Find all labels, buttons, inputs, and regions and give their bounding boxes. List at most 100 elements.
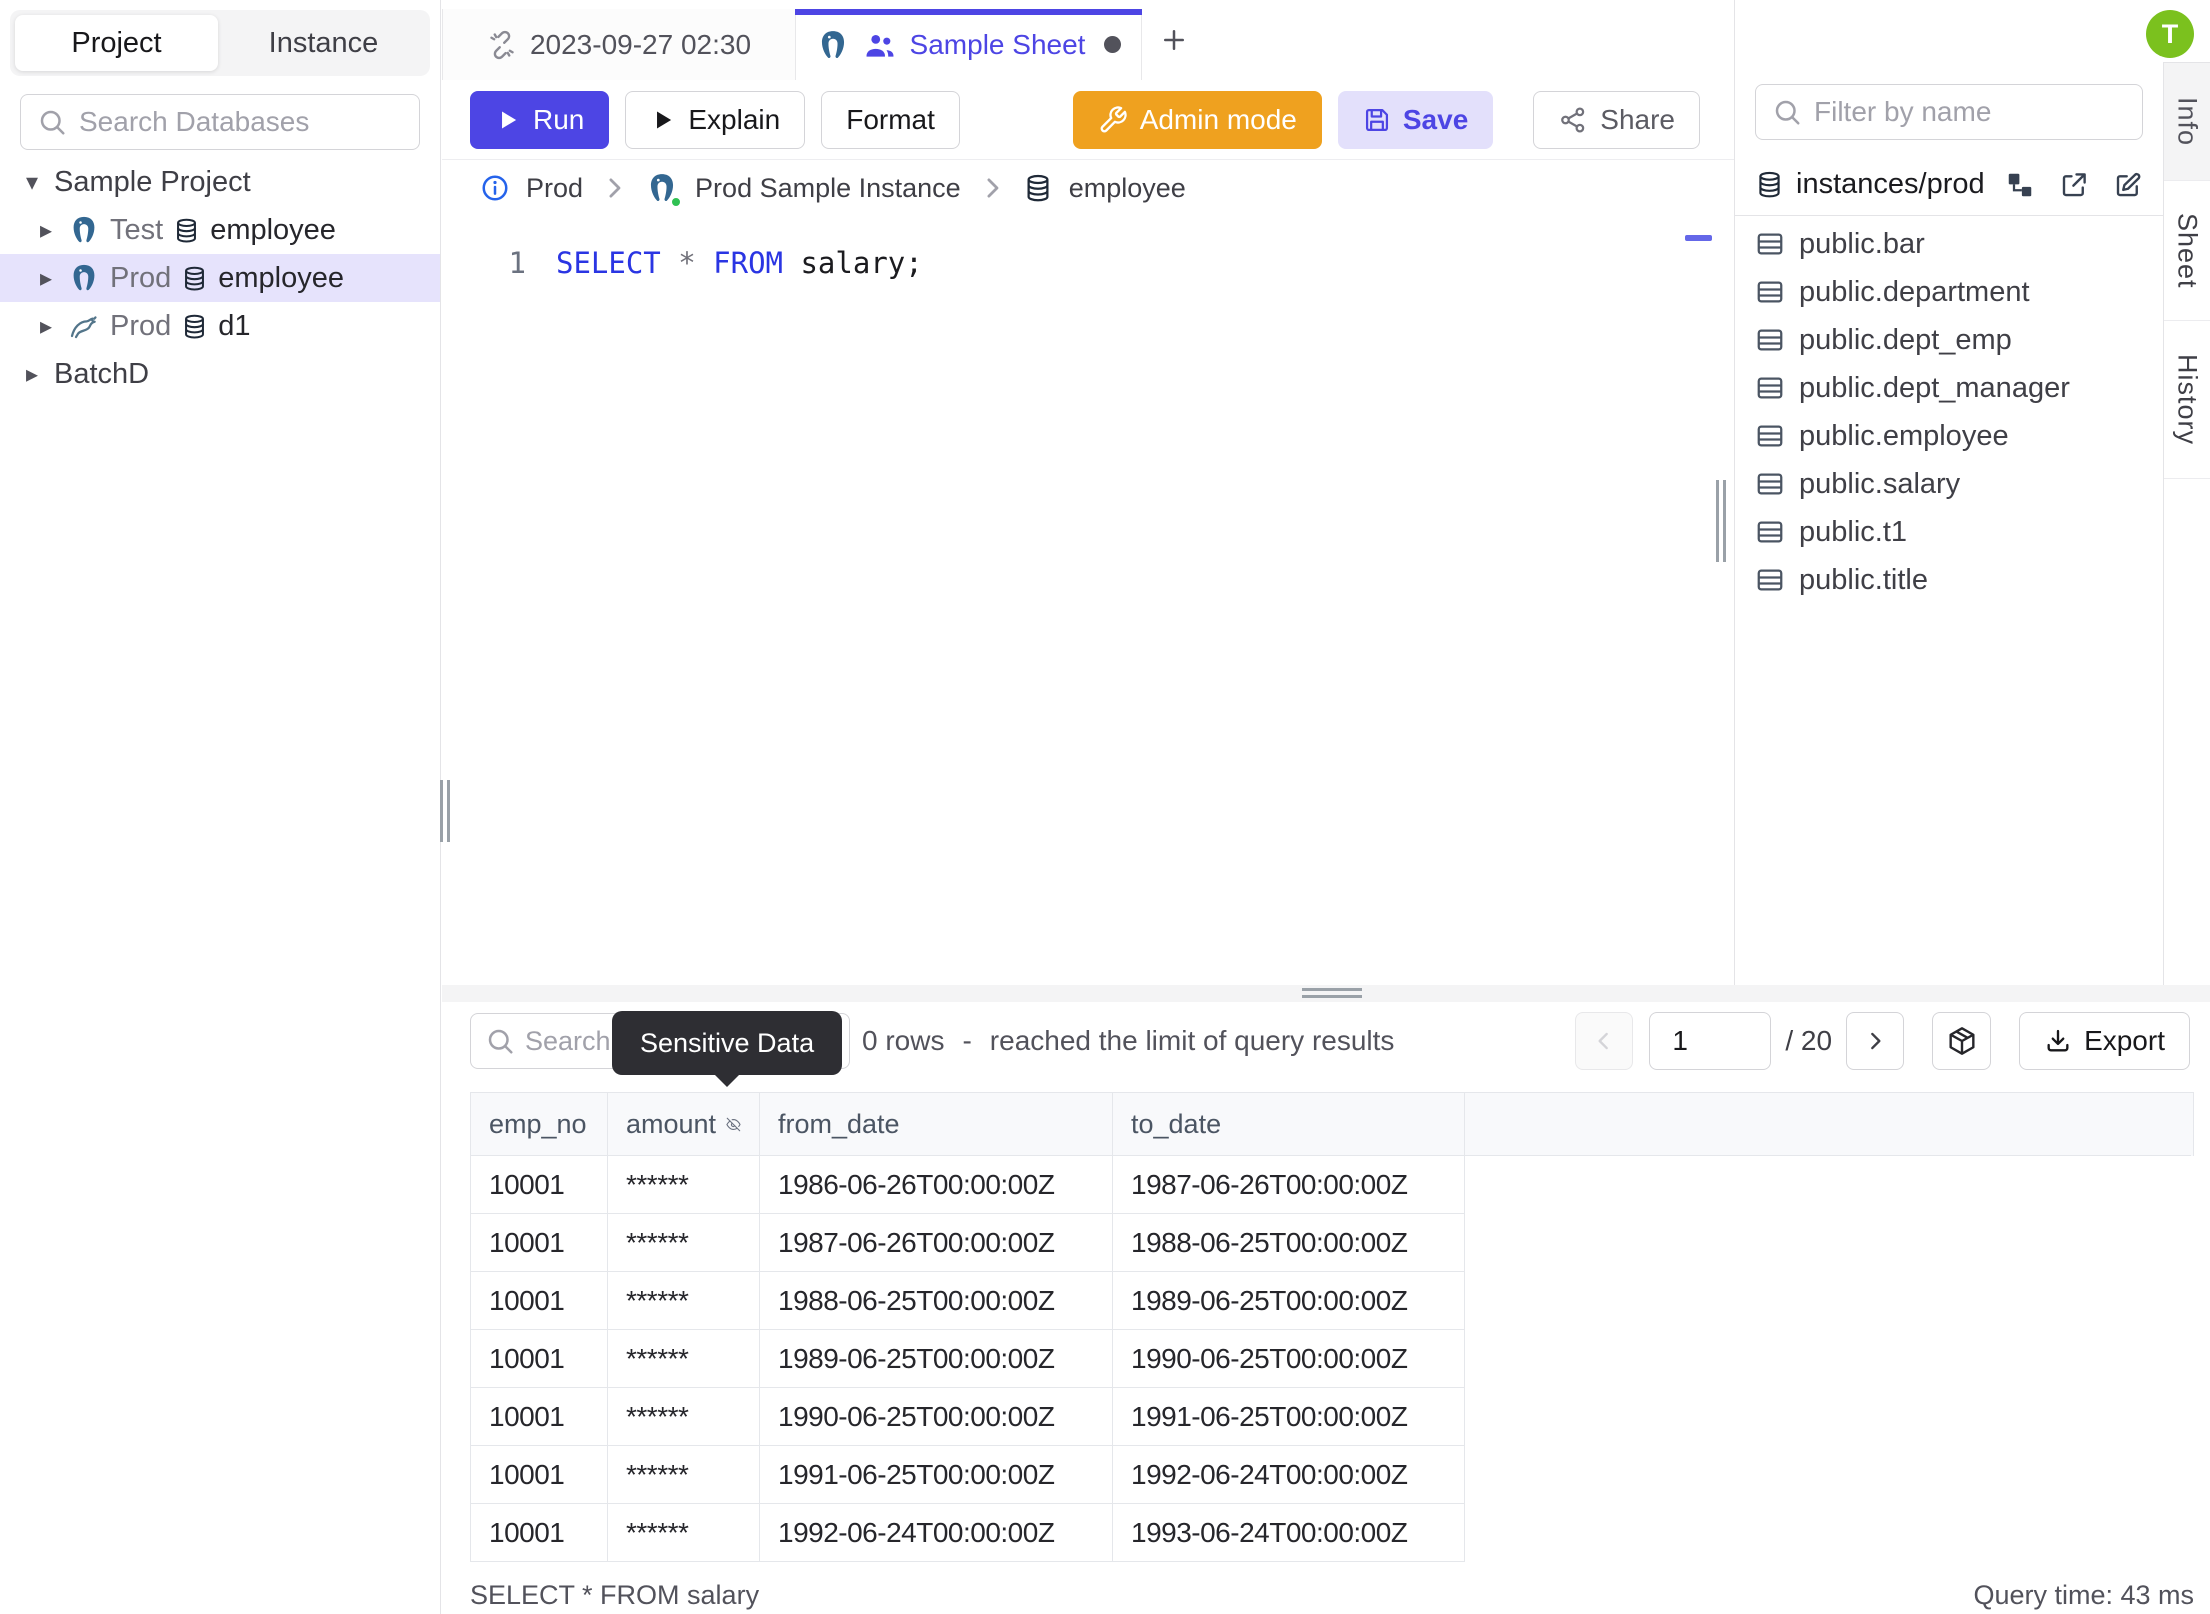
table-list-item[interactable]: public.department (1735, 268, 2163, 316)
table-list-item[interactable]: public.dept_emp (1735, 316, 2163, 364)
table-row[interactable]: 10001 ****** 1986-06-26T00:00:00Z 1987-06-2… (470, 1156, 2194, 1214)
table-cell[interactable]: 1993-06-24T00:00:00Z (1113, 1504, 1465, 1562)
caret-icon[interactable]: ▸ (34, 312, 58, 341)
table-row[interactable]: 10001 ****** 1990-06-25T00:00:00Z 1991-06-2… (470, 1388, 2194, 1446)
table-cell[interactable]: 1990-06-25T00:00:00Z (1113, 1330, 1465, 1388)
table-row[interactable]: 10001 ****** 1991-06-25T00:00:00Z 1992-06-2… (470, 1446, 2194, 1504)
column-header[interactable]: emp_no (471, 1093, 608, 1156)
share-button[interactable]: Share (1533, 90, 1700, 149)
column-header[interactable] (1465, 1093, 2191, 1156)
sidebar-resize-handle[interactable] (440, 780, 450, 842)
table-row[interactable]: 10001 ****** 1988-06-25T00:00:00Z 1989-06-2… (470, 1272, 2194, 1330)
table-cell[interactable]: ****** (608, 1504, 760, 1562)
tree-item[interactable]: ▸ Test employee (0, 206, 440, 254)
breadcrumb-instance[interactable]: Prod Sample Instance (695, 173, 961, 204)
table-cell[interactable]: 10001 (471, 1156, 608, 1214)
new-tab-button[interactable] (1142, 0, 1206, 80)
tree-item[interactable]: ▸ Prod d1 (0, 302, 440, 350)
schema-diagram-icon[interactable] (2005, 170, 2035, 200)
admin-mode-button[interactable]: Admin mode (1072, 90, 1322, 149)
schema-table-list: public.bar public.department public.dept… (1735, 220, 2163, 604)
table-cell[interactable]: 10001 (471, 1214, 608, 1272)
table-list-item[interactable]: public.employee (1735, 412, 2163, 460)
column-header[interactable]: from_date (760, 1093, 1113, 1156)
table-cell[interactable]: 10001 (471, 1272, 608, 1330)
tab-instance[interactable]: Instance (222, 15, 425, 71)
panel-resize-handle[interactable] (1716, 480, 1726, 562)
table-cell[interactable]: ****** (608, 1272, 760, 1330)
editor-scrollbar-thumb[interactable] (1685, 235, 1712, 241)
tree-item[interactable]: ▾ Sample Project (0, 158, 440, 206)
database-label: employee (218, 261, 345, 294)
table-cell[interactable]: 1992-06-24T00:00:00Z (760, 1504, 1113, 1562)
table-cell[interactable]: ****** (608, 1388, 760, 1446)
table-filter[interactable] (1755, 84, 2175, 140)
page-number-input[interactable] (1649, 1012, 1772, 1070)
caret-icon[interactable]: ▾ (20, 168, 44, 197)
code-line[interactable]: 1 SELECT * FROM salary; (442, 242, 1734, 985)
next-page-button[interactable] (1846, 1012, 1905, 1070)
export-button[interactable]: Export (2019, 1012, 2190, 1070)
export-center-button[interactable] (1932, 1012, 1992, 1070)
caret-icon[interactable]: ▸ (34, 264, 58, 293)
external-link-icon[interactable] (2059, 170, 2089, 200)
column-header[interactable]: amount (608, 1093, 760, 1156)
table-list-item[interactable]: public.bar (1735, 220, 2163, 268)
tab-info[interactable]: Info (2164, 63, 2210, 181)
table-cell[interactable]: ****** (608, 1446, 760, 1504)
table-cell[interactable]: 1991-06-25T00:00:00Z (1113, 1388, 1465, 1446)
database-search[interactable] (20, 94, 440, 150)
user-avatar[interactable]: T (2146, 10, 2194, 58)
table-cell[interactable]: 1987-06-26T00:00:00Z (1113, 1156, 1465, 1214)
table-cell[interactable]: 10001 (471, 1388, 608, 1446)
table-filter-input[interactable] (1814, 96, 2175, 128)
tab-sheet[interactable]: Sheet (2164, 181, 2210, 321)
table-cell[interactable]: 1988-06-25T00:00:00Z (1113, 1214, 1465, 1272)
tab-project[interactable]: Project (15, 15, 218, 71)
results-resize-handle[interactable] (1302, 988, 1362, 998)
table-cell[interactable]: 10001 (471, 1446, 608, 1504)
run-button[interactable]: Run (470, 90, 610, 149)
prev-page-button[interactable] (1575, 1012, 1634, 1070)
table-list-item[interactable]: public.t1 (1735, 508, 2163, 556)
project-label: BatchD (54, 357, 150, 390)
caret-icon[interactable]: ▸ (34, 216, 58, 245)
code-line-content[interactable]: SELECT * FROM salary; (556, 242, 923, 985)
table-cell[interactable]: ****** (608, 1156, 760, 1214)
table-cell[interactable]: ****** (608, 1330, 760, 1388)
caret-icon[interactable]: ▸ (20, 360, 44, 389)
table-cell[interactable]: 1986-06-26T00:00:00Z (760, 1156, 1113, 1214)
table-cell[interactable]: 1989-06-25T00:00:00Z (1113, 1272, 1465, 1330)
breadcrumb-database[interactable]: employee (1069, 173, 1186, 204)
table-row[interactable]: 10001 ****** 1989-06-25T00:00:00Z 1990-06-2… (470, 1330, 2194, 1388)
table-list-item[interactable]: public.salary (1735, 460, 2163, 508)
database-search-input[interactable] (79, 106, 440, 138)
table-cell[interactable]: 1991-06-25T00:00:00Z (760, 1446, 1113, 1504)
save-button[interactable]: Save (1337, 90, 1494, 149)
tree-item[interactable]: ▸ Prod employee (0, 254, 440, 302)
explain-button[interactable]: Explain (625, 90, 806, 149)
edit-icon[interactable] (2113, 170, 2143, 200)
column-header[interactable]: to_date (1113, 1093, 1465, 1156)
table-list-item[interactable]: public.dept_manager (1735, 364, 2163, 412)
breadcrumb-environment[interactable]: Prod (526, 173, 583, 204)
table-row[interactable]: 10001 ****** 1987-06-26T00:00:00Z 1988-06-2… (470, 1214, 2194, 1272)
table-cell[interactable]: ****** (608, 1214, 760, 1272)
table-cell[interactable]: 1990-06-25T00:00:00Z (760, 1388, 1113, 1446)
table-list-item[interactable]: public.title (1735, 556, 2163, 604)
table-cell[interactable]: 1992-06-24T00:00:00Z (1113, 1446, 1465, 1504)
table-cell[interactable]: 1988-06-25T00:00:00Z (760, 1272, 1113, 1330)
table-cell[interactable]: 10001 (471, 1504, 608, 1562)
tab-sample-sheet[interactable]: Sample Sheet (795, 9, 1142, 80)
table-cell[interactable]: 1989-06-25T00:00:00Z (760, 1330, 1113, 1388)
table-cell[interactable]: 1987-06-26T00:00:00Z (760, 1214, 1113, 1272)
format-button[interactable]: Format (821, 90, 960, 149)
sql-editor[interactable]: 1 SELECT * FROM salary; (442, 216, 1734, 985)
table-cell[interactable]: 10001 (471, 1330, 608, 1388)
sensitive-eye-off-icon[interactable] (726, 1111, 741, 1138)
tab-query-history[interactable]: 2023-09-27 02:30 (442, 9, 796, 80)
info-circle-icon[interactable] (480, 173, 510, 203)
table-row[interactable]: 10001 ****** 1992-06-24T00:00:00Z 1993-06-2… (470, 1504, 2194, 1562)
tree-item[interactable]: ▸ BatchD (0, 350, 440, 398)
tab-history[interactable]: History (2164, 321, 2210, 479)
